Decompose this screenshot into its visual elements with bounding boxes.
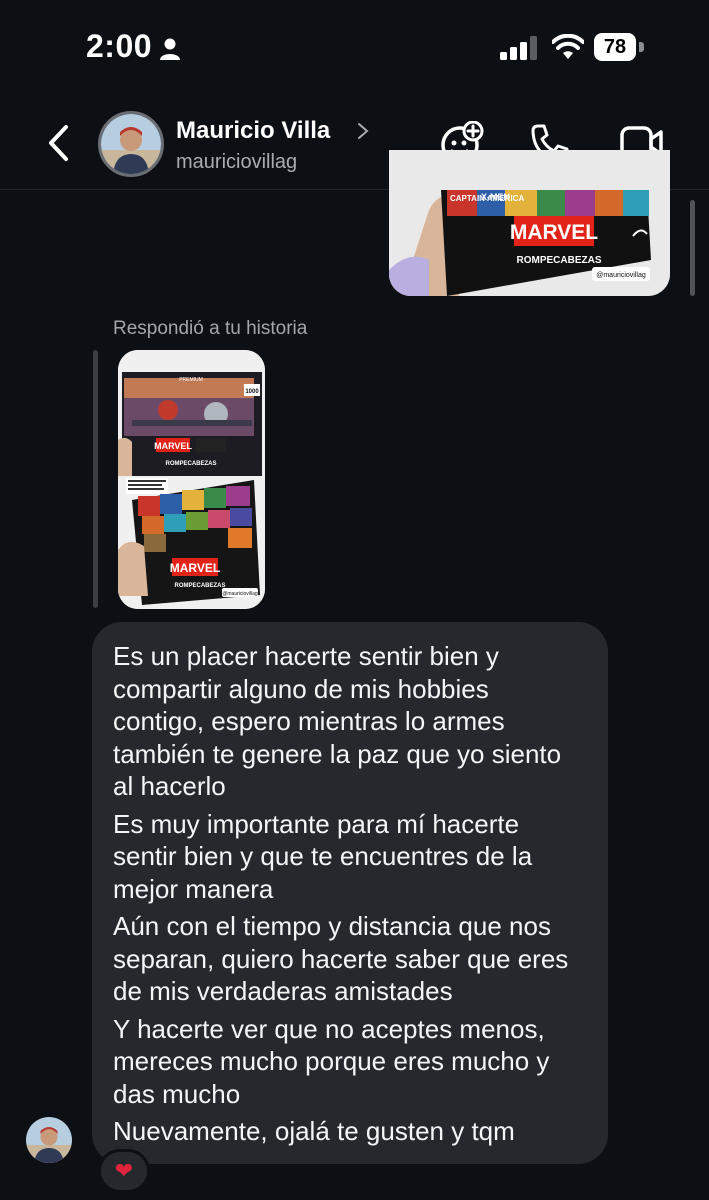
- sender-avatar[interactable]: [26, 1117, 72, 1163]
- piece-count: 1000: [245, 389, 259, 395]
- message-line: Nuevamente, ojalá te gusten y tqm: [113, 1116, 515, 1146]
- battery-tip: [639, 42, 644, 52]
- avatar-photo: [101, 114, 161, 174]
- handle-sticker: @mauriciovillag: [596, 272, 646, 279]
- contact-avatar[interactable]: [98, 111, 164, 177]
- message-line: sentir bien y que te encuentres de la: [113, 841, 533, 871]
- story-reply-note: Respondió a tu historia: [113, 318, 308, 339]
- story-handle: @mauriciovillag: [222, 591, 258, 597]
- puzzle-box-photo: CAPTAIN AMERICA X-MEN MARVEL ROMPECABEZA…: [389, 150, 670, 296]
- chevron-right-icon[interactable]: [356, 121, 370, 141]
- product-label-top: ROMPECABEZAS: [165, 461, 216, 467]
- sent-story-image[interactable]: CAPTAIN AMERICA X-MEN MARVEL ROMPECABEZA…: [389, 150, 670, 296]
- message-line: compartir alguno de mis hobbies: [113, 673, 489, 704]
- status-time: 2:00: [86, 28, 153, 64]
- product-label: ROMPECABEZAS: [516, 255, 601, 266]
- message-line: al hacerlo: [113, 771, 226, 801]
- replied-story-thumbnail[interactable]: PREMIUM 1000 MARVEL ROMPECABEZAS MARVEL …: [118, 350, 265, 609]
- message-line: Es muy importante para mí hacerte: [113, 808, 520, 839]
- wifi-icon: [552, 34, 584, 59]
- message-line: separan, quiero hacerte saber que eres: [113, 943, 569, 974]
- premium-banner: PREMIUM: [179, 377, 203, 383]
- comic-label-xmen: X-MEN: [481, 192, 510, 202]
- message-line: de mis verdaderas amistades: [113, 976, 453, 1006]
- message-line: das mucho: [113, 1078, 241, 1109]
- message-line: contigo, espero mientras lo armes: [113, 706, 505, 736]
- battery-indicator: 78: [594, 33, 636, 61]
- heart-icon: ❤: [114, 1158, 134, 1183]
- product-label-bottom: ROMPECABEZAS: [174, 583, 225, 589]
- marvel-logo: MARVEL: [510, 221, 598, 244]
- message-bubble[interactable]: Es un placer hacerte sentir bien y compa…: [92, 622, 608, 1164]
- message-line: Aún con el tiempo y distancia que nos: [113, 911, 551, 941]
- marvel-logo-bottom: MARVEL: [170, 561, 220, 575]
- story-puzzle-photo: PREMIUM 1000 MARVEL ROMPECABEZAS MARVEL …: [118, 350, 265, 609]
- cellular-signal-icon: [500, 36, 537, 60]
- person-icon: [160, 38, 180, 60]
- sender-avatar-photo: [26, 1117, 72, 1163]
- contact-name[interactable]: Mauricio Villa: [176, 117, 330, 145]
- message-line: Y hacerte ver que no aceptes menos,: [113, 1013, 545, 1044]
- reply-quote-line: [93, 350, 98, 608]
- scrollbar[interactable]: [690, 200, 695, 296]
- message-line: mejor manera: [113, 873, 274, 904]
- message-line: también te genere la paz que yo siento: [113, 738, 562, 769]
- contact-username: mauriciovillag: [176, 151, 298, 173]
- back-chevron-icon[interactable]: [46, 123, 72, 163]
- status-bar: 2:00 78: [0, 0, 709, 95]
- message-line: Es un placer hacerte sentir bien y: [113, 641, 499, 671]
- message-line: mereces mucho porque eres mucho y: [113, 1046, 550, 1076]
- marvel-logo-top: MARVEL: [154, 441, 192, 451]
- heart-reaction[interactable]: ❤: [98, 1149, 150, 1193]
